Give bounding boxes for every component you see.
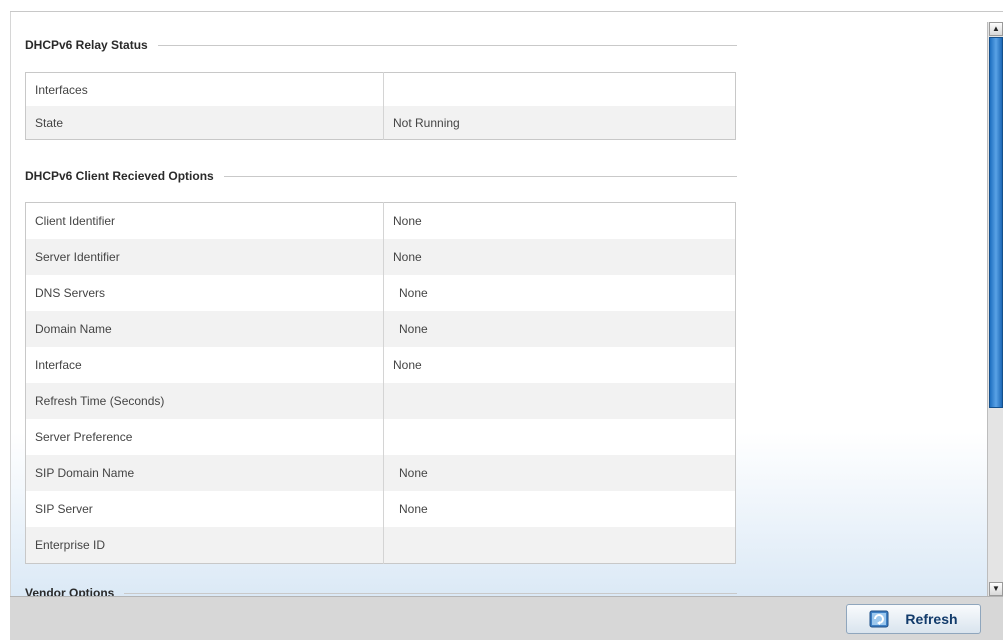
client-options-heading: DHCPv6 Client Recieved Options	[25, 169, 737, 183]
row-value: None	[383, 347, 736, 383]
row-label: DNS Servers	[25, 275, 384, 311]
vertical-scrollbar[interactable]: ▲ ▼	[987, 22, 1003, 596]
row-label: SIP Server	[25, 491, 384, 527]
table-row: Enterprise ID	[25, 527, 736, 564]
footer-bar: Refresh	[10, 596, 1003, 640]
vendor-options-title: Vendor Options	[25, 586, 115, 596]
row-value	[383, 527, 736, 564]
section-divider	[124, 592, 737, 594]
table-row: Interfaces	[25, 72, 736, 106]
row-value	[383, 383, 736, 419]
section-divider	[157, 44, 737, 46]
row-value: None	[383, 311, 736, 347]
client-options-table: Client Identifier None Server Identifier…	[25, 202, 736, 564]
row-value: Not Running	[383, 106, 736, 140]
table-row: SIP Domain Name None	[25, 455, 736, 491]
table-row: Domain Name None	[25, 311, 736, 347]
row-value	[383, 419, 736, 455]
table-row: Refresh Time (Seconds)	[25, 383, 736, 419]
row-label: Server Identifier	[25, 239, 384, 275]
row-value: None	[383, 275, 736, 311]
scroll-down-button[interactable]: ▼	[989, 582, 1003, 596]
refresh-label: Refresh	[905, 611, 958, 627]
row-label: Interface	[25, 347, 384, 383]
table-row: Client Identifier None	[25, 202, 736, 239]
table-row: Server Preference	[25, 419, 736, 455]
row-value: None	[383, 491, 736, 527]
vendor-options-heading: Vendor Options	[25, 586, 737, 596]
row-label: Domain Name	[25, 311, 384, 347]
refresh-button[interactable]: Refresh	[846, 604, 981, 634]
client-options-title: DHCPv6 Client Recieved Options	[25, 169, 214, 183]
relay-status-table: Interfaces State Not Running	[25, 72, 736, 140]
table-row: Interface None	[25, 347, 736, 383]
table-row: State Not Running	[25, 106, 736, 140]
scroll-thumb[interactable]	[989, 37, 1003, 408]
row-label: Enterprise ID	[25, 527, 384, 564]
relay-status-title: DHCPv6 Relay Status	[25, 38, 148, 52]
row-value: None	[383, 202, 736, 239]
scroll-up-button[interactable]: ▲	[989, 22, 1003, 36]
row-value: None	[383, 455, 736, 491]
refresh-icon	[869, 608, 891, 630]
relay-status-heading: DHCPv6 Relay Status	[25, 38, 737, 52]
content-panel: DHCPv6 Relay Status Interfaces State Not…	[10, 12, 988, 596]
table-row: SIP Server None	[25, 491, 736, 527]
row-label: Interfaces	[25, 72, 384, 106]
row-label: Refresh Time (Seconds)	[25, 383, 384, 419]
table-row: Server Identifier None	[25, 239, 736, 275]
row-label: State	[25, 106, 384, 140]
row-label: Server Preference	[25, 419, 384, 455]
row-label: Client Identifier	[25, 202, 384, 239]
section-divider	[223, 175, 737, 177]
table-row: DNS Servers None	[25, 275, 736, 311]
row-value	[383, 72, 736, 106]
row-label: SIP Domain Name	[25, 455, 384, 491]
row-value: None	[383, 239, 736, 275]
